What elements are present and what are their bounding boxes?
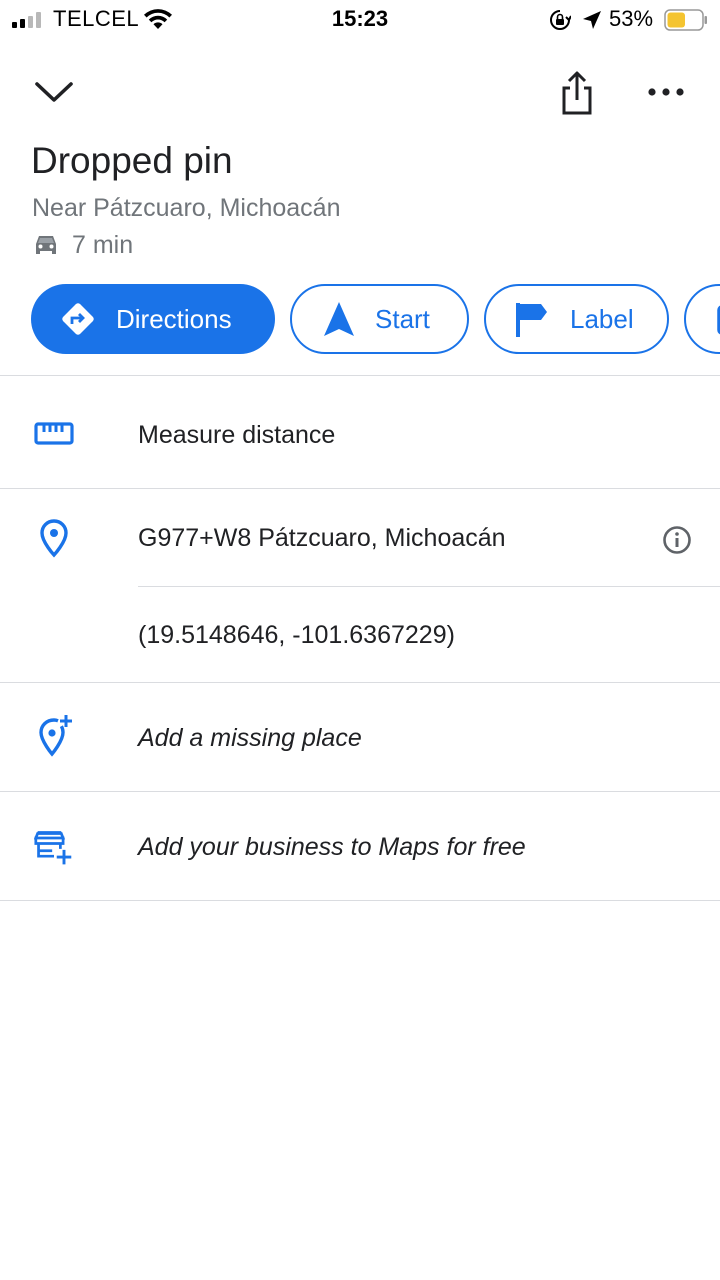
bookmark-icon [710, 299, 720, 339]
share-icon[interactable] [556, 70, 598, 116]
battery-percentage: 53% [609, 6, 654, 31]
directions-icon [58, 299, 98, 339]
start-label: Start [375, 303, 430, 334]
map-pin-icon [34, 518, 74, 558]
divider [0, 682, 720, 683]
divider [0, 900, 720, 901]
flag-icon [512, 299, 552, 339]
add-location-icon [34, 715, 74, 757]
navigation-arrow-icon [319, 299, 359, 339]
divider [0, 791, 720, 792]
directions-button[interactable]: Directions [31, 284, 275, 354]
add-business-icon [34, 828, 74, 868]
label-text: Label [570, 303, 634, 334]
action-chips: Directions Start Label [0, 284, 720, 354]
status-bar: TELCEL 15:23 53% [0, 0, 720, 40]
place-subtitle: Near Pátzcuaro, Michoacán [32, 194, 341, 222]
directions-label: Directions [116, 303, 232, 334]
info-icon[interactable] [662, 525, 692, 555]
label-button[interactable]: Label [484, 284, 669, 354]
ruler-icon [34, 414, 74, 454]
coordinates-text[interactable]: (19.5148646, -101.6367229) [138, 621, 455, 650]
divider [0, 375, 720, 376]
orientation-lock-icon [550, 10, 571, 30]
add-missing-place-item[interactable]: Add a missing place [138, 724, 362, 753]
place-title: Dropped pin [31, 140, 233, 181]
drive-time-text: 7 min [72, 230, 134, 259]
car-icon [36, 236, 56, 254]
divider [138, 586, 720, 587]
measure-distance-item[interactable]: Measure distance [138, 421, 335, 450]
battery-icon [664, 9, 707, 31]
more-horizontal-icon[interactable] [646, 78, 686, 106]
plus-code-address[interactable]: G977+W8 Pátzcuaro, Michoacán [138, 524, 506, 553]
chevron-down-icon[interactable] [32, 76, 76, 108]
location-arrow-icon [583, 11, 601, 29]
start-button[interactable]: Start [290, 284, 469, 354]
drive-time: 7 min [32, 228, 133, 262]
add-business-item[interactable]: Add your business to Maps for free [138, 833, 526, 862]
save-button[interactable] [684, 284, 720, 354]
divider [0, 488, 720, 489]
